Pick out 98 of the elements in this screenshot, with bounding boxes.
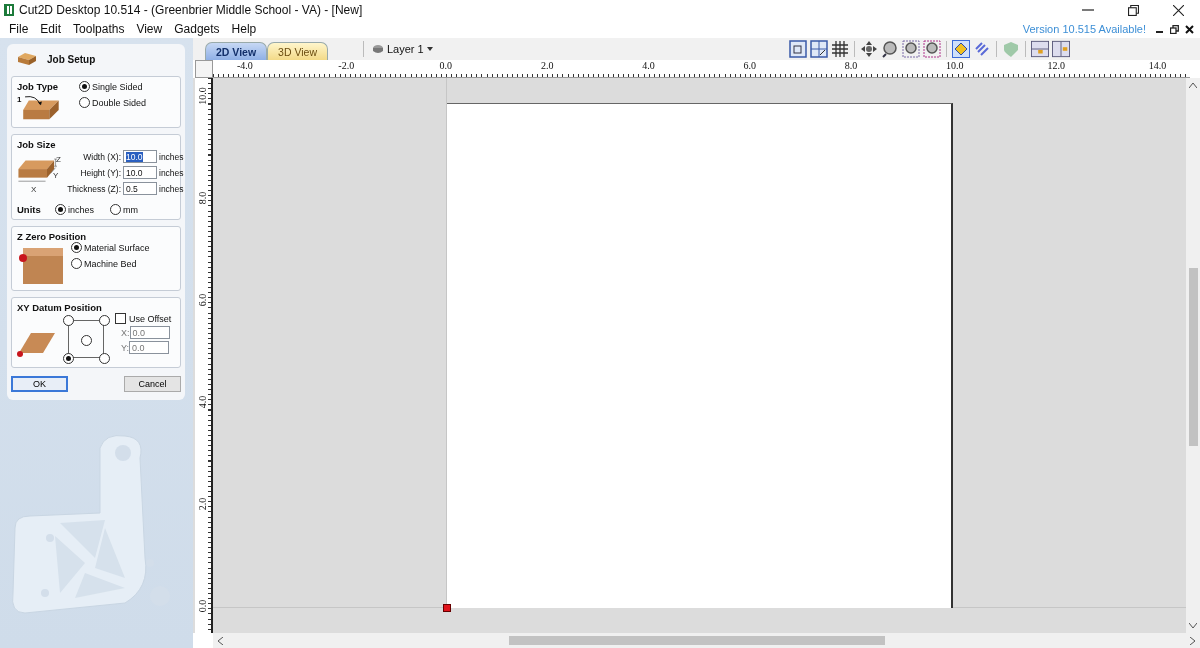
zoom-icon[interactable] [923, 40, 941, 58]
toolpath-icon[interactable] [973, 40, 991, 58]
zoom-icon[interactable] [881, 40, 899, 58]
section-heading: XY Datum Position [17, 302, 102, 313]
unit-label: inches [159, 151, 184, 162]
radio-label: Machine Bed [84, 258, 137, 269]
input-field[interactable]: 0.5 [123, 182, 157, 195]
layer-icon [372, 43, 384, 55]
section-heading: Job Size [17, 139, 56, 150]
ruler-label: -2.0 [338, 60, 355, 71]
ruler-label: 4.0 [197, 395, 209, 409]
ruler-label: 14.0 [1148, 60, 1167, 71]
menu-item[interactable]: Gadgets [174, 22, 220, 36]
radio-button[interactable] [79, 97, 90, 108]
radio-button[interactable] [71, 258, 82, 269]
menu-item[interactable]: Edit [40, 22, 62, 36]
layer-dropdown[interactable]: Layer 1 [372, 43, 433, 55]
radio-button[interactable] [71, 242, 82, 253]
wood-block-icon [17, 52, 37, 66]
zoom-icon[interactable] [902, 40, 920, 58]
ruler-label: 12.0 [1047, 60, 1065, 71]
ruler-label: 10.0 [946, 60, 964, 71]
radio-label: Double Sided [92, 97, 147, 108]
restore-icon[interactable] [1128, 4, 1139, 16]
scroll-right-icon[interactable] [1190, 636, 1195, 645]
field-label: Width (X): [82, 151, 121, 162]
origin-marker [443, 604, 451, 612]
radio-button[interactable] [55, 204, 66, 215]
scroll-down-icon[interactable] [1189, 623, 1197, 628]
checkbox[interactable] [115, 313, 126, 324]
close-icon[interactable] [1185, 24, 1194, 34]
radio-button[interactable] [99, 353, 110, 364]
fit-view-icon[interactable] [789, 40, 807, 58]
panel-title: Job Setup [47, 53, 96, 65]
ok-button[interactable]: OK [11, 376, 68, 392]
board-dimensions-drawing [17, 156, 57, 185]
caret-icon [426, 47, 433, 51]
radio-button[interactable] [63, 353, 74, 364]
window-title: Cut2D Desktop 10.514 - (Greenbrier Middle School - VA) - [New] [19, 3, 364, 17]
scroll-thumb[interactable] [509, 636, 885, 645]
scroll-thumb[interactable] [1188, 268, 1198, 446]
app-logo-icon [4, 4, 14, 16]
radio-label: Single Sided [92, 81, 143, 92]
checkbox-label: Use Offset [129, 313, 172, 324]
ruler-label: 0.0 [197, 599, 209, 613]
ruler-label: 8.0 [197, 191, 209, 205]
radio-button[interactable] [79, 81, 90, 92]
radio-button[interactable] [63, 315, 74, 326]
layout-icon[interactable] [1052, 40, 1070, 58]
ruler-label: 10.0 [197, 87, 209, 105]
field-label: Thickness (Z): [66, 183, 121, 194]
field-label: X: [121, 327, 130, 338]
cancel-button[interactable]: Cancel [124, 376, 181, 392]
radio-button[interactable] [99, 315, 110, 326]
ruler-label: 2.0 [197, 497, 209, 511]
ruler-label: -4.0 [237, 60, 253, 71]
radio-label: inches [68, 204, 94, 215]
view-tab[interactable]: 3D View [267, 42, 328, 60]
ruler-label: 0.0 [439, 60, 453, 71]
unit-label: inches [159, 167, 184, 178]
scroll-up-icon[interactable] [1189, 83, 1197, 88]
update-link[interactable]: Version 10.515 Available! [1022, 23, 1146, 35]
axis-label: X [31, 186, 37, 194]
axis-label: Z [56, 156, 61, 164]
radio-label: Material Surface [84, 242, 150, 253]
pan-icon[interactable] [860, 40, 878, 58]
view-tab[interactable]: 2D View [205, 42, 268, 60]
menu-item[interactable]: File [9, 22, 29, 36]
snap-grid-icon[interactable] [810, 40, 828, 58]
menu-item[interactable]: Help [231, 22, 257, 36]
menu-item[interactable]: View [136, 22, 163, 36]
units-label: Units [17, 204, 42, 215]
ruler-label: 8.0 [844, 60, 858, 71]
axis-label: Y [53, 172, 59, 180]
vertical-scrollbar[interactable] [1186, 78, 1200, 633]
input-field[interactable]: 10.0 [123, 150, 157, 163]
menu-item[interactable]: Toolpaths [73, 22, 125, 36]
restore-icon[interactable] [1170, 24, 1179, 34]
radio-button[interactable] [110, 204, 121, 215]
section-heading: Job Type [17, 81, 59, 92]
layout-icon[interactable] [1031, 40, 1049, 58]
input-field[interactable]: 10.0 [123, 166, 157, 179]
grid-icon[interactable] [831, 40, 849, 58]
radio-button[interactable] [81, 335, 92, 346]
field-label: Y: [121, 342, 129, 353]
horizontal-scrollbar[interactable] [213, 633, 1200, 648]
field-label: Height (Y): [79, 167, 121, 178]
scroll-left-icon[interactable] [218, 636, 223, 645]
ruler-label: 2.0 [540, 60, 554, 71]
unit-label: inches [159, 183, 184, 194]
ruler-label: 6.0 [743, 60, 756, 71]
section-heading: Z Zero Position [17, 231, 87, 242]
side-number: 1 [17, 95, 22, 104]
close-icon[interactable] [1173, 4, 1184, 16]
ruler-label: 4.0 [642, 60, 655, 71]
vector-icon[interactable] [952, 40, 970, 58]
ruler-label: 6.0 [197, 293, 209, 307]
radio-label: mm [123, 204, 138, 215]
